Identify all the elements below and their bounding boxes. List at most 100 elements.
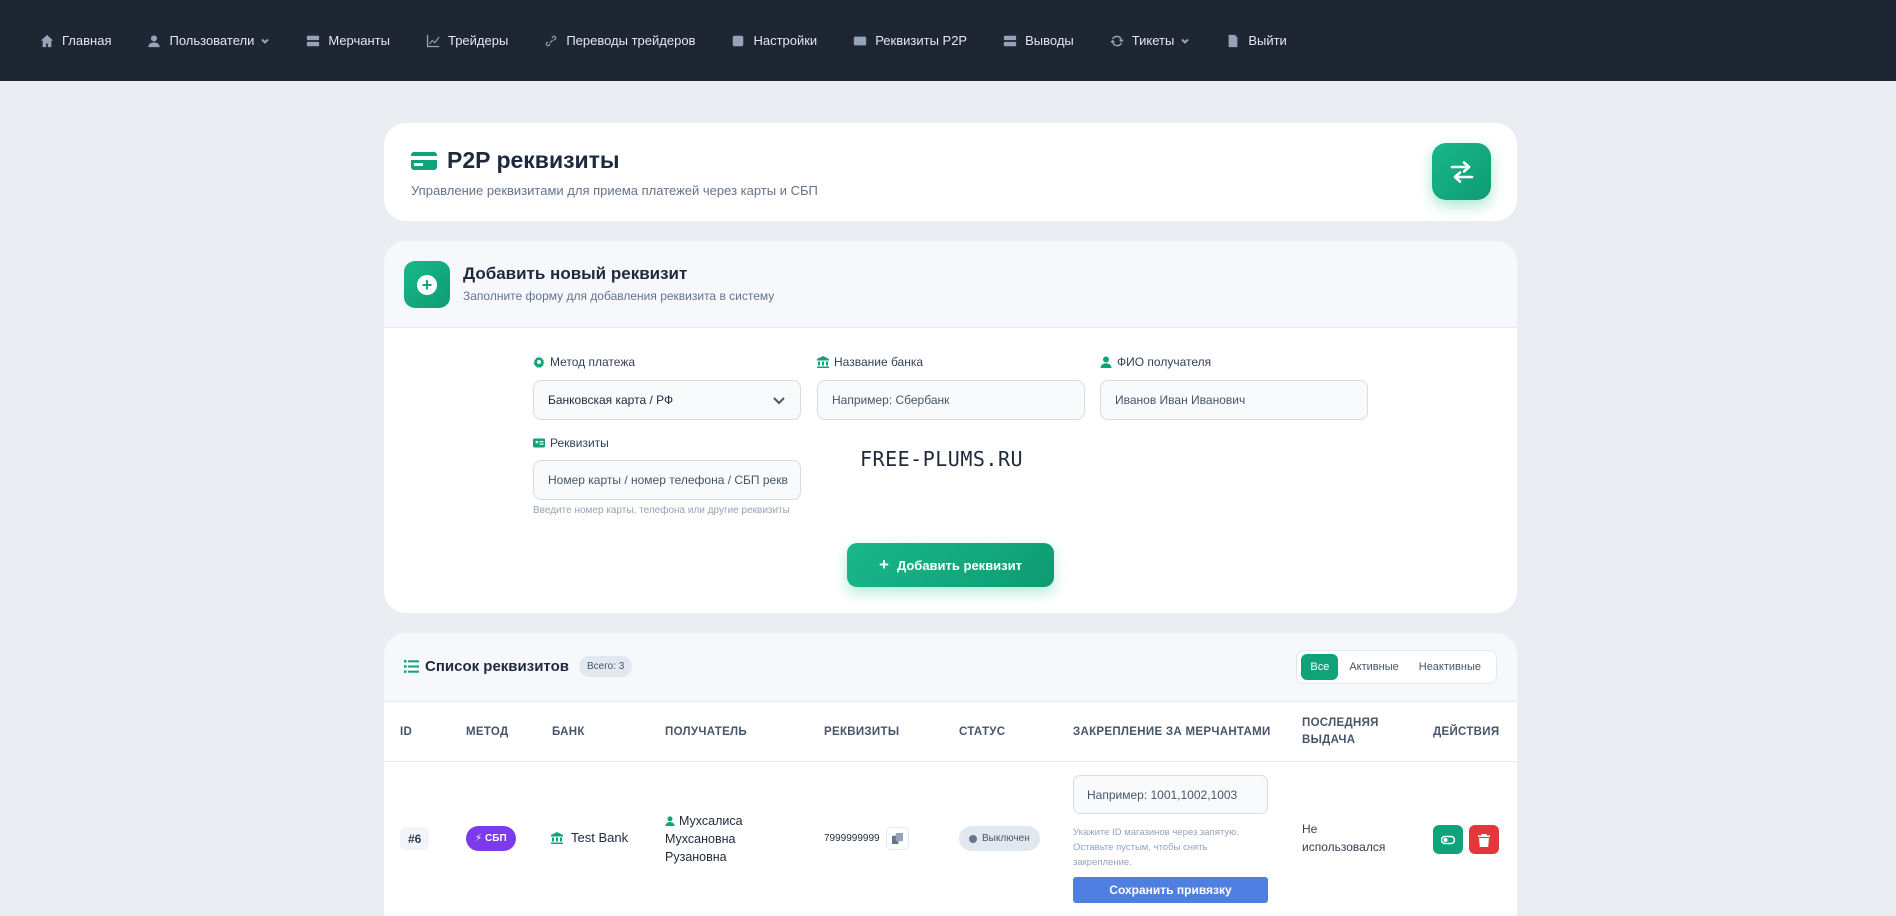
requisites-list-title: Список реквизитов: [404, 658, 569, 675]
server-icon: [1003, 35, 1017, 46]
nav-item-home[interactable]: Главная: [40, 33, 111, 48]
status-dot: [969, 834, 977, 843]
nav-item-label: Выводы: [1025, 33, 1074, 48]
watermark-text: FREE-PLUMS.RU: [860, 447, 1024, 471]
chevron-down-icon: [1181, 38, 1190, 44]
page-subtitle: Управление реквизитами для приема платеж…: [411, 183, 818, 198]
delete-button[interactable]: [1469, 825, 1499, 854]
add-requisite-button[interactable]: + Добавить реквизит: [847, 543, 1054, 587]
user-icon: [1100, 356, 1112, 368]
copy-button[interactable]: [885, 827, 909, 850]
requisites-list-card: Список реквизитов Всего: 3 Все Активные …: [384, 633, 1517, 916]
trash-icon: [1478, 833, 1490, 847]
plus-icon: +: [879, 555, 889, 574]
column-header-method: Метод: [466, 726, 509, 738]
nav-item-trader-transfers[interactable]: Переводы трейдеров: [544, 33, 695, 48]
column-header-requisites: Реквизиты: [824, 726, 900, 738]
save-binding-button[interactable]: Сохранить привязку: [1073, 877, 1268, 903]
credit-card-icon: [411, 151, 437, 170]
page-title: P2P реквизиты: [411, 147, 620, 174]
column-header-last-used: Последняя выдача: [1302, 717, 1379, 746]
recipient-label: ФИО получателя: [1100, 355, 1211, 369]
add-requisite-title: Добавить новый реквизит: [463, 264, 688, 283]
refresh-icon: [1109, 35, 1124, 46]
nav-item-traders[interactable]: Трейдеры: [426, 33, 508, 48]
chart-line-icon: [426, 34, 440, 47]
nav-item-label: Пользователи: [169, 33, 255, 48]
nav-item-withdrawals[interactable]: Выводы: [1003, 33, 1074, 48]
home-icon: [40, 34, 54, 47]
top-navbar: Главная Пользователи Мерчанты Трейдеры П…: [0, 0, 1896, 81]
server-icon: [307, 35, 320, 46]
merchant-ids-input[interactable]: Например: 1001,1002,1003: [1073, 775, 1268, 814]
add-requisite-subtitle: Заполните форму для добавления реквизита…: [463, 289, 775, 303]
chevron-down-icon: [773, 397, 785, 405]
nav-item-label: Мерчанты: [328, 33, 390, 48]
header-divider: [384, 761, 1517, 762]
requisites-input[interactable]: Номер карты / номер телефона / СБП рекв: [533, 460, 801, 500]
column-header-merchants: Закрепление за мерчантами: [1073, 726, 1271, 738]
nav-item-merchants[interactable]: Мерчанты: [306, 33, 390, 48]
nav-item-label: Настройки: [753, 33, 818, 48]
filter-all-button[interactable]: Все: [1301, 654, 1339, 680]
add-requisite-card: + Добавить новый реквизит Заполните форм…: [384, 241, 1517, 613]
status-filter-group: Все Активные Неактивные: [1296, 650, 1497, 684]
page-header-card: P2P реквизиты Управление реквизитами для…: [384, 123, 1517, 221]
gear-icon: [533, 356, 545, 368]
nav-item-label: Выйти: [1248, 33, 1287, 48]
requisites-hint: Введите номер карты, телефона или другие…: [533, 505, 790, 516]
column-header-status: Статус: [959, 726, 1006, 738]
nav-item-logout[interactable]: Выйти: [1226, 33, 1287, 48]
row-recipient: Мухсалиса Мухсановна Рузановна: [665, 814, 743, 864]
credit-card-icon: [854, 36, 867, 45]
add-requisite-header: + Добавить новый реквизит Заполните форм…: [384, 241, 1517, 328]
door-icon: [1228, 34, 1238, 47]
list-icon: [404, 660, 419, 673]
nav-item-settings[interactable]: Настройки: [731, 33, 817, 48]
column-header-actions: Действия: [1433, 726, 1500, 738]
copy-icon: [891, 833, 903, 844]
add-circle-icon: +: [404, 261, 450, 308]
nav-item-label: Тикеты: [1131, 33, 1175, 48]
method-select[interactable]: Банковская карта / РФ: [533, 380, 801, 420]
row-bank: Test Bank: [551, 830, 628, 845]
id-card-icon: [533, 438, 545, 448]
toggle-icon: [1441, 835, 1455, 844]
column-header-bank: Банк: [552, 726, 585, 738]
toggle-status-button[interactable]: [1433, 825, 1463, 854]
requisites-label: Реквизиты: [533, 436, 609, 450]
bank-icon: [551, 831, 563, 844]
user-icon: [148, 34, 161, 47]
nav-item-label: Переводы трейдеров: [566, 33, 696, 48]
page-title-text: P2P реквизиты: [447, 147, 620, 173]
bank-icon: [817, 356, 829, 368]
nav-item-tickets[interactable]: Тикеты: [1109, 33, 1191, 48]
nav-item-users[interactable]: Пользователи: [147, 33, 270, 48]
nav-item-p2p-requisites[interactable]: Реквизиты P2P: [853, 33, 967, 48]
filter-active-button[interactable]: Активные: [1340, 654, 1407, 680]
recipient-name-input[interactable]: Иванов Иван Иванович: [1100, 380, 1368, 420]
row-id: #6: [400, 827, 430, 850]
bolt-icon: ⚡: [475, 833, 483, 844]
column-header-recipient: Получатель: [665, 726, 747, 738]
nav-item-label: Главная: [62, 33, 112, 48]
chevron-down-icon: [261, 38, 270, 44]
nav-item-label: Реквизиты P2P: [875, 33, 968, 48]
total-count-badge: Всего: 3: [579, 656, 633, 677]
row-last-used: Не использовался: [1302, 822, 1386, 854]
merchant-hint: Укажите ID магазинов через запятую. Оста…: [1073, 827, 1239, 868]
link-icon: [546, 35, 557, 46]
method-label: Метод платежа: [533, 355, 635, 369]
exchange-icon: [1450, 160, 1473, 183]
column-header-id: ID: [400, 726, 413, 738]
swap-button[interactable]: [1432, 143, 1491, 200]
settings-icon: [733, 35, 744, 46]
nav-item-label: Трейдеры: [447, 33, 509, 48]
user-icon: [665, 816, 675, 826]
bank-name-input[interactable]: Например: Сбербанк: [817, 380, 1085, 420]
filter-inactive-button[interactable]: Неактивные: [1410, 654, 1490, 680]
method-badge: ⚡ СБП: [466, 826, 516, 851]
requisites-list-header: Список реквизитов Всего: 3 Все Активные …: [384, 633, 1517, 702]
status-badge: Выключен: [959, 826, 1040, 851]
row-requisites: 7999999999: [824, 827, 909, 850]
